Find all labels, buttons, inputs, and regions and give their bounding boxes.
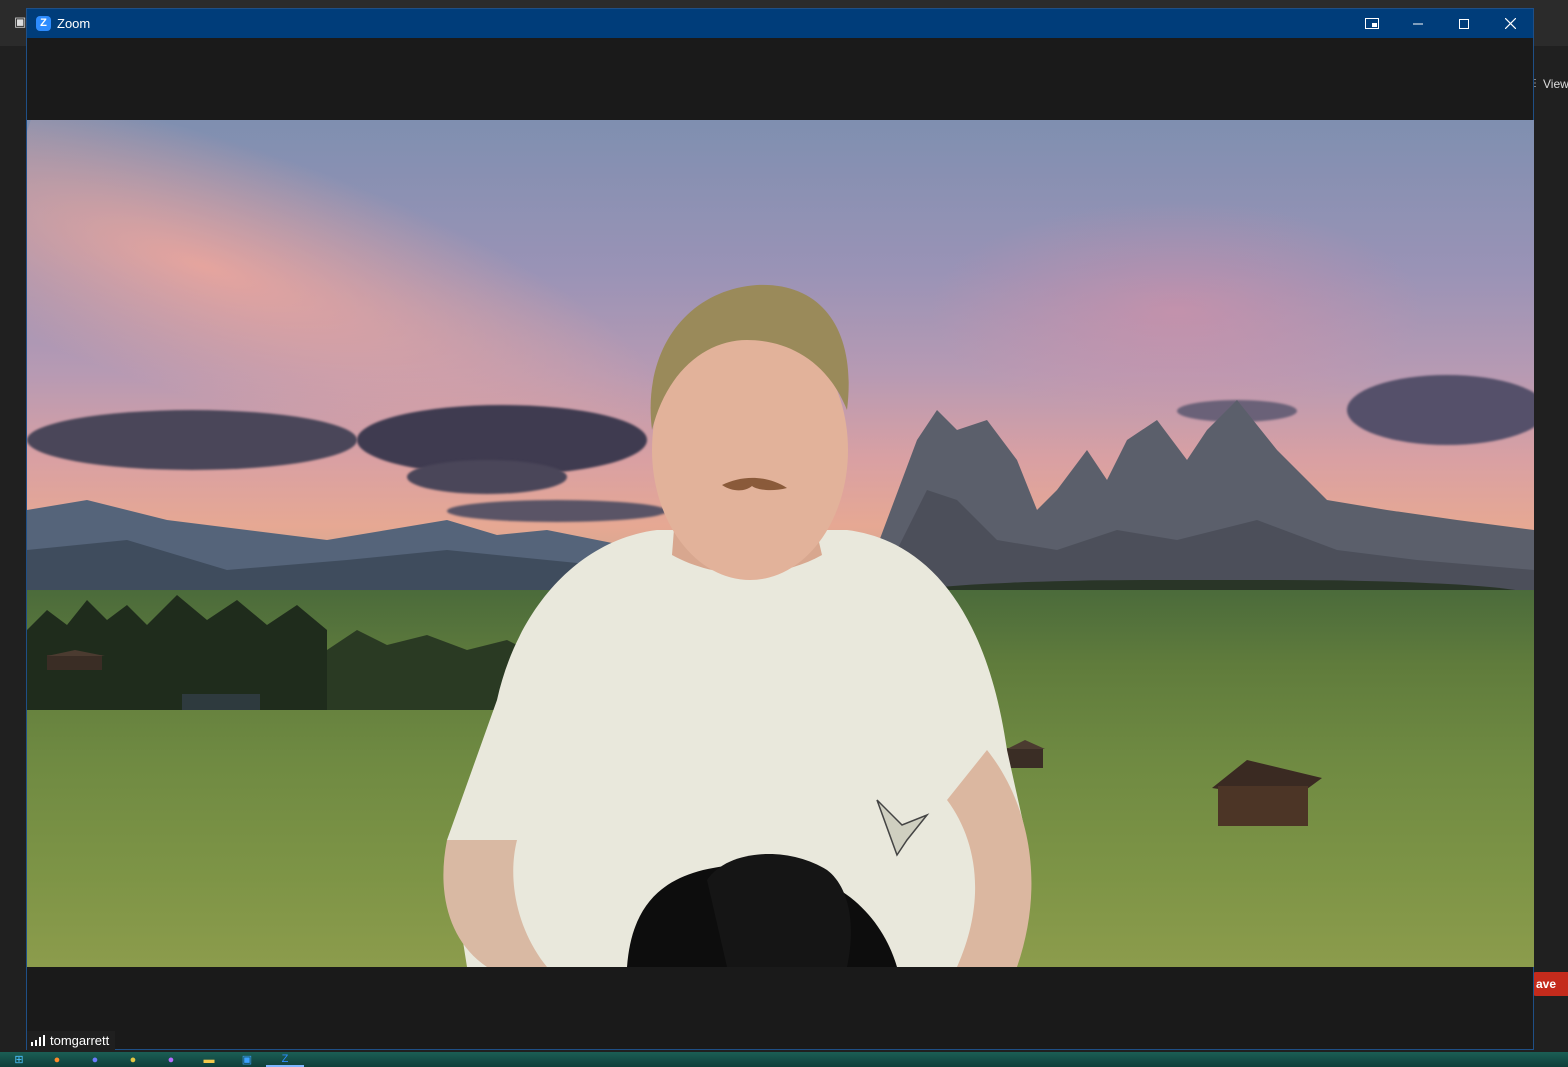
picture-in-picture-button[interactable] [1349,9,1395,38]
connection-signal-icon [31,1035,45,1046]
participant-person [443,284,1032,967]
picture-in-picture-icon [1365,18,1379,29]
zoom-window: Z Zoom tomgarrett [26,8,1534,1050]
windows-taskbar: ⊞ ● ● ● ● ▬ ▣ Z [0,1052,1568,1067]
windows-start-icon[interactable]: ⊞ [0,1052,38,1067]
participant-name: tomgarrett [50,1033,110,1048]
maximize-icon [1459,18,1469,29]
minimize-button[interactable] [1395,9,1441,38]
photos-icon[interactable]: ▣ [228,1052,266,1067]
chrome-icon[interactable]: ● [114,1052,152,1067]
view-button[interactable]: ⋮ View [1530,74,1568,94]
discord-icon[interactable]: ● [76,1052,114,1067]
cloud [27,410,357,470]
zoom-icon[interactable]: Z [266,1052,304,1067]
participant-name-tag: tomgarrett [27,1031,116,1050]
hut [182,694,260,710]
title-bar: Z Zoom [27,9,1533,38]
hut [1212,760,1322,826]
zoom-logo-icon: Z [36,16,51,31]
window-title: Zoom [57,16,91,31]
view-label: View [1543,77,1568,91]
hut [47,650,105,670]
messenger-icon[interactable]: ● [152,1052,190,1067]
close-icon [1504,18,1516,29]
file-explorer-icon[interactable]: ▬ [190,1052,228,1067]
firefox-icon[interactable]: ● [38,1052,76,1067]
participant-video[interactable] [27,120,1534,967]
minimize-icon [1413,23,1423,24]
leave-button[interactable]: ave [1532,972,1568,996]
maximize-button[interactable] [1441,9,1487,38]
close-button[interactable] [1487,9,1533,38]
window-controls [1349,9,1533,38]
